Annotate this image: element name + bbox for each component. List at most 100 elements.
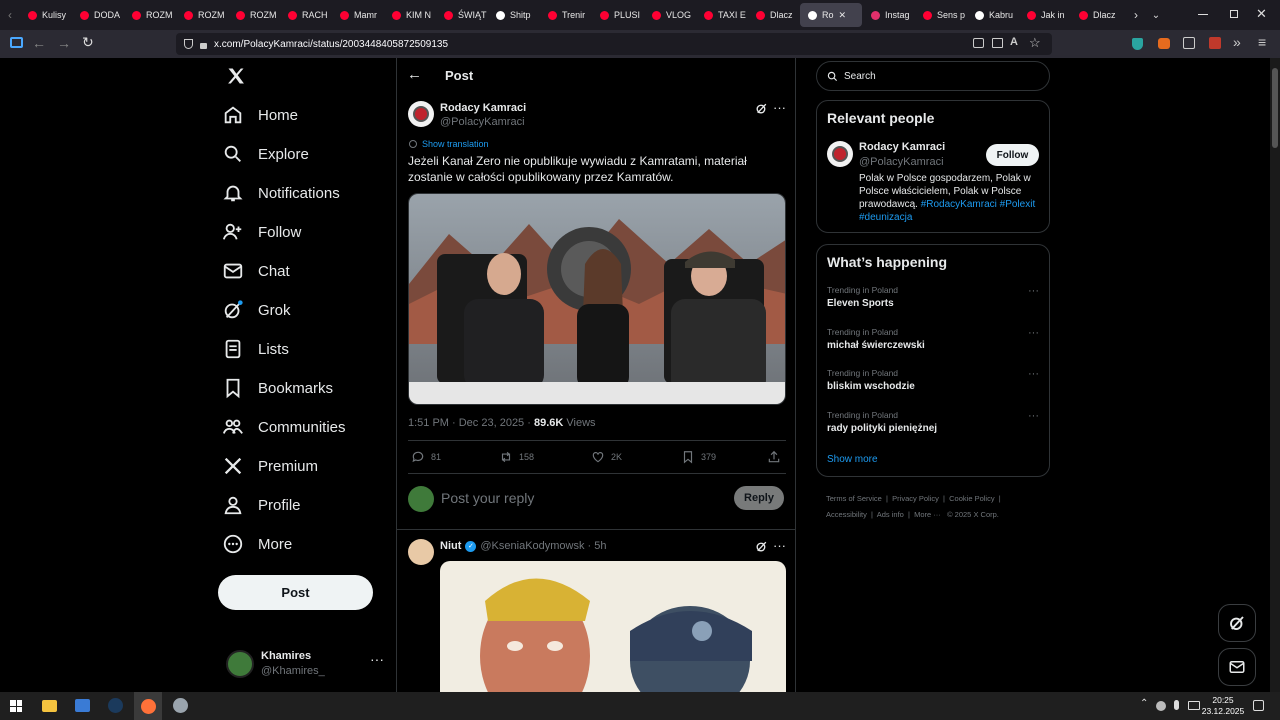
back-arrow-icon[interactable]: ← [407, 66, 422, 83]
browser-tab[interactable]: RACH [280, 3, 331, 27]
post-image[interactable] [408, 193, 786, 405]
reply-image[interactable] [440, 561, 786, 692]
nav-communities[interactable]: Communities [222, 412, 346, 442]
browser-tab[interactable]: DODA [72, 3, 123, 27]
forward-icon[interactable]: → [57, 35, 71, 51]
shield-extension-icon[interactable] [1132, 38, 1143, 50]
notification-extension-icon[interactable] [1209, 37, 1221, 49]
browser-tab[interactable]: Sens p [915, 3, 966, 27]
clock[interactable]: 20:25 23.12.2025 [1200, 695, 1246, 717]
back-icon[interactable]: ← [32, 35, 46, 51]
author-handle[interactable]: @PolacyKamraci [440, 116, 525, 128]
browser-tab[interactable]: Kabru [967, 3, 1018, 27]
windows-start-icon[interactable] [10, 700, 22, 712]
bookmark-star-icon[interactable]: ☆ [1029, 35, 1041, 51]
follow-button[interactable]: Follow [986, 144, 1039, 166]
browser-tab[interactable]: ŚWIĄT [436, 3, 487, 27]
microphone-icon[interactable] [1174, 700, 1179, 710]
network-icon[interactable] [1188, 701, 1200, 710]
reply-input[interactable]: Post your reply [441, 490, 534, 506]
steam-icon[interactable] [108, 698, 123, 713]
reply-action[interactable]: 81 [411, 450, 441, 464]
cookie-link[interactable]: Cookie Policy [949, 494, 994, 503]
nav-lists[interactable]: Lists [222, 334, 289, 364]
browser-tab[interactable]: PLUSI [592, 3, 643, 27]
repost-action[interactable]: 158 [499, 450, 534, 464]
url-bar[interactable]: x.com/PolacyKamraci/status/2003448405872… [176, 33, 1052, 55]
trend-item[interactable]: Trending in Poland rady polityki pieniężn… [827, 410, 1041, 442]
trend-item[interactable]: Trending in Poland michał świerczewski ··· [827, 327, 1041, 359]
x-logo-icon[interactable] [226, 66, 246, 86]
app-icon[interactable] [173, 698, 188, 713]
author-name[interactable]: Rodacy Kamraci [440, 102, 526, 114]
shield-icon[interactable] [184, 39, 193, 49]
post-time[interactable]: 1:51 PM · Dec 23, 2025 · [408, 417, 534, 429]
nav-bookmarks[interactable]: Bookmarks [222, 373, 333, 403]
reader-view-icon[interactable] [992, 38, 1003, 48]
overflow-chevron-icon[interactable]: » [1233, 34, 1241, 50]
privacy-link[interactable]: Privacy Policy [892, 494, 939, 503]
nav-grok[interactable]: Grok [222, 295, 291, 325]
minimize-window-icon[interactable] [1198, 14, 1208, 15]
extensions-icon[interactable] [1183, 37, 1195, 49]
app-menu-icon[interactable]: ≡ [1258, 34, 1266, 50]
reply-more-icon[interactable]: ··· [773, 538, 786, 553]
trend-item[interactable]: Trending in Poland Eleven Sports ··· [827, 285, 1041, 317]
browser-tab[interactable]: Kulisy [20, 3, 71, 27]
browser-tab[interactable]: Ro ✕ [800, 3, 862, 27]
url-text[interactable]: x.com/PolacyKamraci/status/2003448405872… [214, 39, 448, 50]
like-action[interactable]: 2K [591, 450, 622, 464]
trend-more-icon[interactable]: ··· [1028, 327, 1039, 339]
post-more-icon[interactable]: ··· [773, 100, 786, 115]
grok-floating-button[interactable] [1218, 604, 1256, 642]
more-link[interactable]: More ··· [914, 510, 941, 519]
browser-tab[interactable]: ROZM [176, 3, 227, 27]
tab-list-icon[interactable]: ⌄ [1146, 10, 1166, 21]
nav-premium[interactable]: Premium [222, 451, 318, 481]
notifications-icon[interactable] [1253, 700, 1264, 711]
tab-scroll-left-icon[interactable]: ‹ [0, 8, 20, 22]
screenshot-icon[interactable] [973, 38, 984, 48]
search-box[interactable]: Search [816, 61, 1050, 91]
monitor-app-icon[interactable] [75, 699, 90, 712]
terms-link[interactable]: Terms of Service [826, 494, 882, 503]
relevant-handle[interactable]: @PolacyKamraci [859, 156, 944, 168]
browser-tab[interactable]: Dlacz [748, 3, 799, 27]
share-action[interactable] [767, 450, 781, 464]
nav-explore[interactable]: Explore [222, 139, 309, 169]
scrollbar-thumb[interactable] [1272, 68, 1278, 148]
reply-author-handle[interactable]: @KseniaKodymowsk · 5h [480, 540, 606, 552]
post-button[interactable]: Post [218, 575, 373, 610]
file-explorer-icon[interactable] [42, 700, 57, 712]
tab-close-icon[interactable]: ✕ [839, 10, 847, 21]
browser-tab[interactable]: Mamr [332, 3, 383, 27]
reply-avatar[interactable] [408, 539, 434, 565]
accessibility-link[interactable]: Accessibility [826, 510, 867, 519]
trend-more-icon[interactable]: ··· [1028, 410, 1039, 422]
browser-tab[interactable]: ROZM [228, 3, 279, 27]
nav-more[interactable]: More [222, 529, 292, 559]
bookmark-action[interactable]: 379 [681, 450, 716, 464]
hashtag-link[interactable]: #RodacyKamraci [921, 199, 997, 210]
firefox-icon[interactable] [134, 692, 162, 720]
grok-explain-icon[interactable] [755, 102, 768, 115]
browser-tab[interactable]: Shitp [488, 3, 539, 27]
lock-icon[interactable] [200, 42, 207, 49]
tray-app-icon[interactable] [1156, 701, 1166, 711]
nav-chat[interactable]: Chat [222, 256, 290, 286]
reply-author-name[interactable]: Niut [440, 540, 461, 552]
page-scrollbar[interactable] [1270, 58, 1280, 692]
reply-button[interactable]: Reply [734, 486, 784, 510]
browser-tab[interactable]: Instag [863, 3, 914, 27]
fox-extension-icon[interactable] [1158, 38, 1170, 49]
browser-tab[interactable]: Trenir [540, 3, 591, 27]
reply-grok-icon[interactable] [755, 540, 768, 553]
nav-home[interactable]: Home [222, 100, 298, 130]
account-more-icon[interactable]: ··· [370, 651, 384, 667]
relevant-avatar[interactable] [827, 141, 853, 167]
browser-tab[interactable]: VLOG [644, 3, 695, 27]
messages-floating-button[interactable] [1218, 648, 1256, 686]
tab-scroll-right-icon[interactable]: › [1126, 8, 1146, 22]
browser-tab[interactable]: ROZM [124, 3, 175, 27]
browser-tab[interactable]: TAXI E [696, 3, 747, 27]
